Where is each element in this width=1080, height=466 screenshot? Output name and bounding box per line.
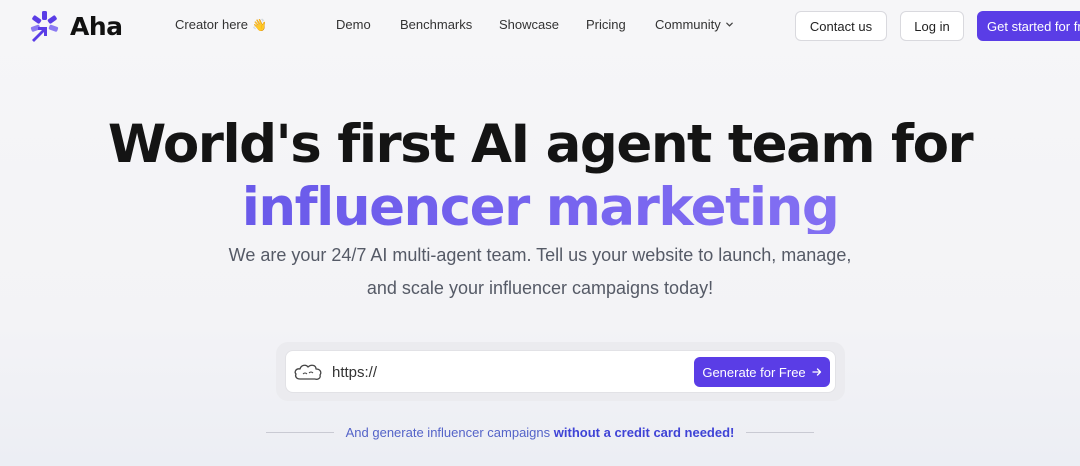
nav-pricing[interactable]: Pricing bbox=[586, 17, 626, 32]
hero-title-line2: influencer marketing bbox=[0, 181, 1080, 234]
nav-creator-here[interactable]: Creator here 👋 bbox=[175, 17, 267, 32]
aha-logo-icon bbox=[30, 11, 59, 42]
cloud-icon bbox=[294, 364, 322, 380]
url-form: Generate for Free bbox=[276, 342, 845, 401]
brand-logo[interactable]: Aha bbox=[28, 10, 123, 42]
brand-name: Aha bbox=[70, 11, 123, 41]
generate-button-label: Generate for Free bbox=[702, 364, 806, 380]
contact-us-button[interactable]: Contact us bbox=[795, 11, 887, 41]
nav-benchmarks[interactable]: Benchmarks bbox=[400, 17, 472, 32]
divider-left bbox=[265, 432, 334, 433]
divider-right bbox=[746, 432, 815, 433]
nav-showcase[interactable]: Showcase bbox=[499, 17, 559, 32]
login-button[interactable]: Log in bbox=[900, 11, 964, 41]
nav-community-label: Community bbox=[655, 17, 721, 32]
nav-creator-label: Creator here bbox=[175, 17, 248, 32]
waving-hand-icon: 👋 bbox=[251, 17, 267, 32]
hero-title-line1: World's first AI agent team for bbox=[107, 114, 974, 175]
nav-community-dropdown[interactable]: Community bbox=[655, 17, 734, 32]
chevron-down-icon bbox=[725, 22, 733, 27]
no-credit-card-note: And generate influencer campaigns withou… bbox=[0, 425, 1080, 440]
footnote-emphasis: without a credit card needed! bbox=[553, 425, 735, 440]
footnote-text: And generate influencer campaigns withou… bbox=[346, 425, 735, 440]
hero-subtitle-line1: We are your 24/7 AI multi-agent team. Te… bbox=[228, 245, 852, 265]
footnote-prefix: And generate influencer campaigns bbox=[345, 425, 551, 440]
top-navbar: Aha Creator here 👋 Demo Benchmarks Showc… bbox=[0, 0, 1080, 52]
url-input-box[interactable]: Generate for Free bbox=[285, 350, 836, 393]
arrow-right-icon bbox=[812, 368, 821, 376]
generate-for-free-button[interactable]: Generate for Free bbox=[694, 357, 830, 387]
nav-demo[interactable]: Demo bbox=[336, 17, 371, 32]
get-started-button[interactable]: Get started for fr bbox=[977, 11, 1080, 41]
website-url-input[interactable] bbox=[332, 360, 682, 384]
hero-subtitle-line2: and scale your influencer campaigns toda… bbox=[366, 278, 714, 298]
